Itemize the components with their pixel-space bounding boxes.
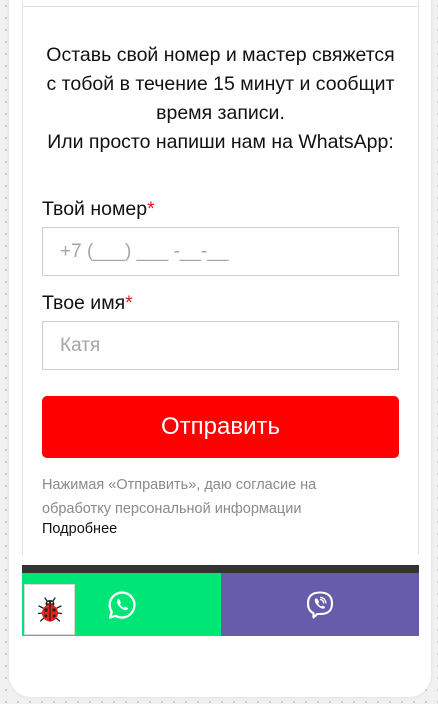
ladybug-icon — [37, 596, 62, 622]
form-intro-text: Оставь свой номер и мастер свяжется с то… — [46, 44, 395, 153]
viber-icon — [306, 590, 334, 619]
required-mark: * — [147, 198, 155, 220]
consent-text: Нажимая «Отправить», даю согласие на обр… — [42, 477, 317, 517]
divider — [23, 6, 418, 7]
debug-widget[interactable] — [24, 584, 75, 635]
name-input[interactable] — [42, 321, 399, 370]
more-info-link[interactable]: Подробнее — [42, 521, 117, 537]
phone-input[interactable] — [42, 227, 399, 276]
callback-form-card: Оставь свой номер и мастер свяжется с то… — [22, 0, 419, 555]
required-mark: * — [125, 292, 133, 314]
submit-button[interactable]: Отправить — [42, 396, 399, 458]
viber-button[interactable] — [221, 573, 419, 636]
name-label: Твое имя* — [42, 292, 133, 314]
whatsapp-icon — [108, 590, 136, 619]
modal-panel: Оставь свой номер и мастер свяжется с то… — [9, 0, 431, 697]
phone-label: Твой номер* — [42, 198, 155, 220]
